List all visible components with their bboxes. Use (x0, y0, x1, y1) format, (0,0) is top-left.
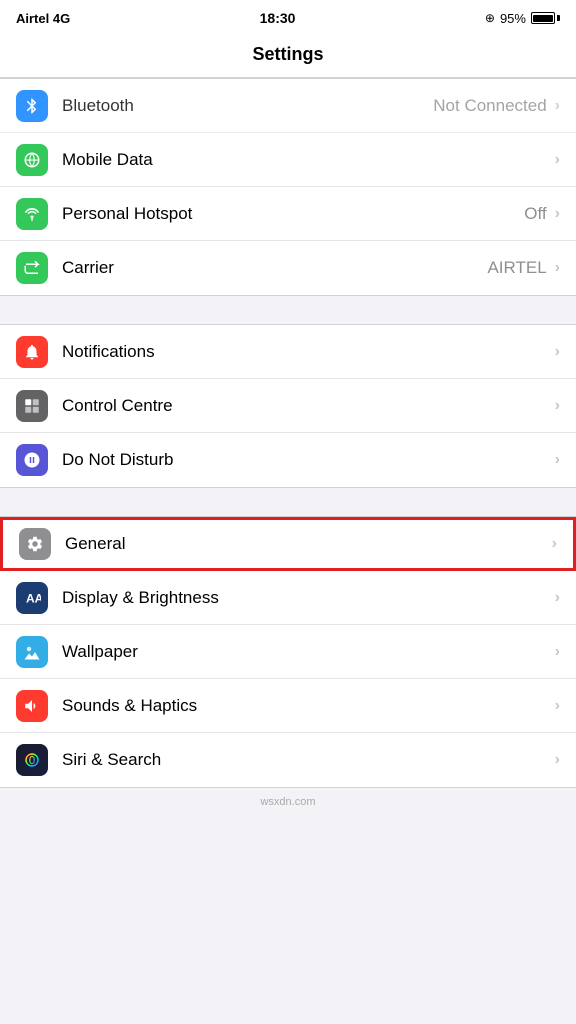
notifications-value-group: › (551, 343, 560, 361)
bluetooth-value: Not Connected (433, 96, 546, 116)
settings-row-personal-hotspot[interactable]: Personal Hotspot Off › (0, 187, 576, 241)
mobile-data-icon (16, 144, 48, 176)
settings-row-sounds[interactable]: Sounds & Haptics › (0, 679, 576, 733)
nav-bar: Settings (0, 36, 576, 78)
control-centre-icon (16, 390, 48, 422)
settings-row-mobile-data[interactable]: Mobile Data › (0, 133, 576, 187)
battery-percent: 95% (500, 11, 526, 26)
control-centre-chevron: › (555, 397, 560, 415)
mobile-data-content: Mobile Data › (62, 150, 560, 170)
location-icon: ⊕ (485, 11, 495, 25)
sounds-icon (16, 690, 48, 722)
general-icon (19, 528, 51, 560)
siri-icon (16, 744, 48, 776)
dnd-icon (16, 444, 48, 476)
hotspot-value-group: Off › (524, 204, 560, 224)
sounds-chevron: › (555, 697, 560, 715)
general-content: General › (65, 534, 557, 554)
display-chevron: › (555, 589, 560, 607)
display-label: Display & Brightness (62, 588, 219, 608)
dnd-label: Do Not Disturb (62, 450, 173, 470)
hotspot-content: Personal Hotspot Off › (62, 204, 560, 224)
carrier-chevron: › (555, 259, 560, 277)
mobile-data-value-group: › (551, 151, 560, 169)
section-general: General › AA Display & Brightness › (0, 516, 576, 788)
settings-row-notifications[interactable]: Notifications › (0, 325, 576, 379)
wallpaper-chevron: › (555, 643, 560, 661)
general-value-group: › (548, 535, 557, 553)
sounds-value-group: › (551, 697, 560, 715)
wallpaper-icon (16, 636, 48, 668)
settings-row-do-not-disturb[interactable]: Do Not Disturb › (0, 433, 576, 487)
display-icon: AA (16, 582, 48, 614)
bluetooth-chevron: › (555, 97, 560, 115)
page-title: Settings (252, 44, 323, 64)
notifications-icon (16, 336, 48, 368)
settings-row-bluetooth[interactable]: Bluetooth Not Connected › (0, 79, 576, 133)
bluetooth-content: Bluetooth Not Connected › (62, 96, 560, 116)
display-content: Display & Brightness › (62, 588, 560, 608)
carrier-label: Carrier (62, 258, 114, 278)
mobile-data-chevron: › (555, 151, 560, 169)
bluetooth-icon (16, 90, 48, 122)
carrier-signal: Airtel 4G (16, 11, 70, 26)
bluetooth-value-group: Not Connected › (433, 96, 560, 116)
control-centre-value-group: › (551, 397, 560, 415)
sounds-content: Sounds & Haptics › (62, 696, 560, 716)
siri-value-group: › (551, 751, 560, 769)
carrier-content: Carrier AIRTEL › (62, 258, 560, 278)
general-chevron: › (552, 535, 557, 553)
settings-row-wallpaper[interactable]: Wallpaper › (0, 625, 576, 679)
section-connectivity: Bluetooth Not Connected › Mobile Data › (0, 78, 576, 296)
watermark: wsxdn.com (0, 788, 576, 816)
hotspot-icon (16, 198, 48, 230)
dnd-value-group: › (551, 451, 560, 469)
wallpaper-label: Wallpaper (62, 642, 138, 662)
settings-row-general[interactable]: General › (0, 517, 576, 571)
sounds-label: Sounds & Haptics (62, 696, 197, 716)
notifications-label: Notifications (62, 342, 155, 362)
hotspot-chevron: › (555, 205, 560, 223)
notifications-chevron: › (555, 343, 560, 361)
control-centre-content: Control Centre › (62, 396, 560, 416)
carrier-icon (16, 252, 48, 284)
battery-icon (531, 12, 560, 24)
hotspot-value: Off (524, 204, 546, 224)
display-value-group: › (551, 589, 560, 607)
siri-chevron: › (555, 751, 560, 769)
svg-text:AA: AA (26, 591, 41, 605)
control-centre-label: Control Centre (62, 396, 173, 416)
settings-row-display[interactable]: AA Display & Brightness › (0, 571, 576, 625)
settings-row-siri[interactable]: Siri & Search › (0, 733, 576, 787)
wallpaper-content: Wallpaper › (62, 642, 560, 662)
carrier-value-group: AIRTEL › (487, 258, 560, 278)
settings-row-carrier[interactable]: Carrier AIRTEL › (0, 241, 576, 295)
battery-area: ⊕ 95% (485, 11, 560, 26)
status-bar: Airtel 4G 18:30 ⊕ 95% (0, 0, 576, 36)
bluetooth-label: Bluetooth (62, 96, 134, 116)
dnd-content: Do Not Disturb › (62, 450, 560, 470)
clock: 18:30 (260, 10, 296, 26)
dnd-chevron: › (555, 451, 560, 469)
mobile-data-label: Mobile Data (62, 150, 153, 170)
section-notifications: Notifications › Control Centre › (0, 324, 576, 488)
siri-content: Siri & Search › (62, 750, 560, 770)
notifications-content: Notifications › (62, 342, 560, 362)
settings-row-control-centre[interactable]: Control Centre › (0, 379, 576, 433)
wallpaper-value-group: › (551, 643, 560, 661)
hotspot-label: Personal Hotspot (62, 204, 192, 224)
carrier-value: AIRTEL (487, 258, 546, 278)
general-label: General (65, 534, 125, 554)
siri-label: Siri & Search (62, 750, 161, 770)
